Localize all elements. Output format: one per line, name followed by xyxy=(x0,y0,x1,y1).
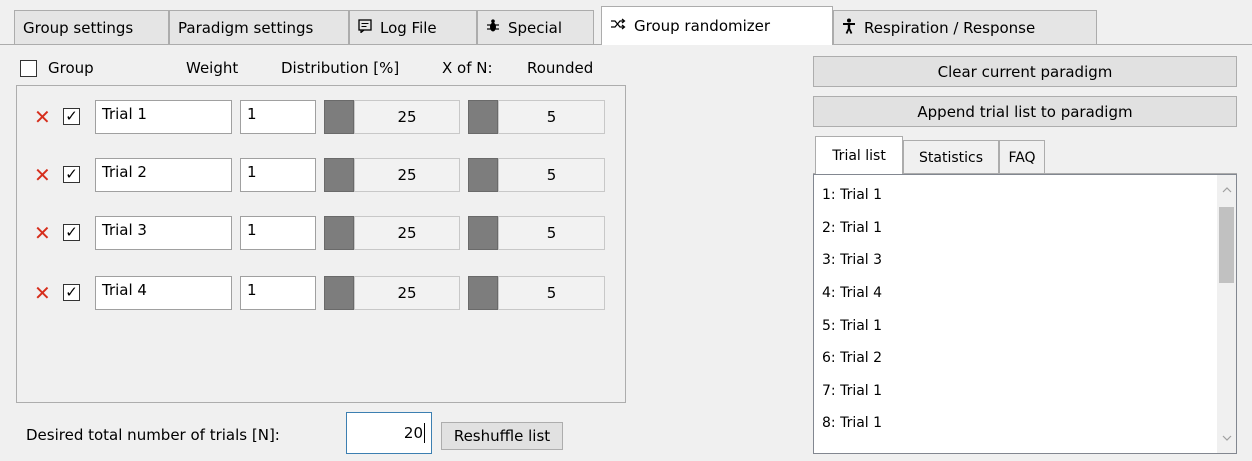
weight-input[interactable]: 1 xyxy=(240,100,316,134)
reshuffle-button[interactable]: Reshuffle list xyxy=(441,422,563,450)
total-trials-input[interactable]: 20 xyxy=(346,412,432,454)
tab-faq[interactable]: FAQ xyxy=(999,140,1045,174)
checkmark-icon: ✓ xyxy=(65,165,78,183)
tab-paradigm-settings[interactable]: Paradigm settings xyxy=(169,10,349,44)
total-trials-value: 20 xyxy=(403,424,423,442)
rounded-value: 5 xyxy=(498,158,605,192)
rounded-value: 5 xyxy=(498,216,605,250)
tab-label: Group settings xyxy=(23,18,134,37)
group-name-input[interactable]: Trial 2 xyxy=(95,158,232,192)
weight-input[interactable]: 1 xyxy=(240,276,316,310)
scroll-up-icon[interactable] xyxy=(1217,179,1236,201)
group-name-input[interactable]: Trial 3 xyxy=(95,216,232,250)
shuffle-icon xyxy=(610,17,626,35)
checkmark-icon: ✓ xyxy=(65,107,78,125)
header-distribution: Distribution [%] xyxy=(281,59,400,77)
delete-row-icon[interactable]: ✕ xyxy=(34,165,51,185)
tab-respiration-response[interactable]: Respiration / Response xyxy=(833,10,1097,44)
checkmark-icon: ✓ xyxy=(65,223,78,241)
rounded-swatch xyxy=(468,100,498,134)
group-name-input[interactable]: Trial 1 xyxy=(95,100,232,134)
tab-statistics[interactable]: Statistics xyxy=(903,140,999,174)
delete-row-icon[interactable]: ✕ xyxy=(34,283,51,303)
total-trials-label: Desired total number of trials [N]: xyxy=(26,426,280,444)
distribution-value: 25 xyxy=(354,100,460,134)
group-select-all-checkbox[interactable] xyxy=(20,60,37,77)
header-weight: Weight xyxy=(186,59,239,77)
log-icon xyxy=(358,18,372,37)
list-item[interactable]: 4: Trial 4 xyxy=(814,277,1218,310)
tab-special[interactable]: Special xyxy=(477,10,594,44)
rounded-value: 5 xyxy=(498,100,605,134)
header-group: Group xyxy=(48,59,94,77)
append-trial-list-button[interactable]: Append trial list to paradigm xyxy=(813,96,1237,127)
subtab-label: FAQ xyxy=(1008,149,1036,166)
list-item[interactable]: 7: Trial 1 xyxy=(814,375,1218,408)
tab-label: Log File xyxy=(380,18,437,37)
list-item[interactable]: 2: Trial 1 xyxy=(814,212,1218,245)
row-checkbox[interactable]: ✓ xyxy=(63,284,80,301)
distribution-value: 25 xyxy=(354,216,460,250)
row-checkbox[interactable]: ✓ xyxy=(63,166,80,183)
scrollbar-thumb[interactable] xyxy=(1219,207,1234,283)
delete-row-icon[interactable]: ✕ xyxy=(34,223,51,243)
scrollbar[interactable] xyxy=(1217,175,1236,453)
subtab-label: Trial list xyxy=(832,147,886,164)
tab-log-file[interactable]: Log File xyxy=(349,10,477,44)
rounded-swatch xyxy=(468,216,498,250)
tab-label: Group randomizer xyxy=(634,17,771,35)
subtab-label: Statistics xyxy=(919,149,983,166)
rounded-swatch xyxy=(468,276,498,310)
header-rounded: Rounded xyxy=(527,59,594,77)
row-checkbox[interactable]: ✓ xyxy=(63,224,80,241)
scroll-down-icon[interactable] xyxy=(1217,427,1236,449)
weight-input[interactable]: 1 xyxy=(240,216,316,250)
trial-list-items: 1: Trial 1 2: Trial 1 3: Trial 3 4: Tria… xyxy=(814,175,1218,440)
tab-label: Paradigm settings xyxy=(178,18,314,37)
tab-label: Special xyxy=(508,18,563,37)
distribution-swatch xyxy=(324,100,354,134)
tab-group-randomizer[interactable]: Group randomizer xyxy=(601,6,833,45)
distribution-swatch xyxy=(324,158,354,192)
rounded-value: 5 xyxy=(498,276,605,310)
header-x-of-n: X of N: xyxy=(442,59,493,77)
checkmark-icon: ✓ xyxy=(65,283,78,301)
list-item[interactable]: 1: Trial 1 xyxy=(814,179,1218,212)
group-name-input[interactable]: Trial 4 xyxy=(95,276,232,310)
distribution-swatch xyxy=(324,276,354,310)
list-item[interactable]: 8: Trial 1 xyxy=(814,407,1218,440)
row-checkbox[interactable]: ✓ xyxy=(63,108,80,125)
distribution-value: 25 xyxy=(354,276,460,310)
rounded-swatch xyxy=(468,158,498,192)
tab-group-settings[interactable]: Group settings xyxy=(14,10,169,44)
list-item[interactable]: 3: Trial 3 xyxy=(814,244,1218,277)
text-cursor xyxy=(424,423,425,443)
distribution-swatch xyxy=(324,216,354,250)
person-icon xyxy=(842,18,856,38)
list-item[interactable]: 6: Trial 2 xyxy=(814,342,1218,375)
tab-label: Respiration / Response xyxy=(864,18,1036,37)
tab-trial-list[interactable]: Trial list xyxy=(815,136,903,174)
bug-icon xyxy=(486,18,500,38)
weight-input[interactable]: 1 xyxy=(240,158,316,192)
distribution-value: 25 xyxy=(354,158,460,192)
delete-row-icon[interactable]: ✕ xyxy=(34,107,51,127)
list-item[interactable]: 5: Trial 1 xyxy=(814,309,1218,342)
clear-paradigm-button[interactable]: Clear current paradigm xyxy=(813,56,1237,87)
tab-bar: Group settings Paradigm settings Log Fil… xyxy=(0,0,1252,45)
trial-list[interactable]: 1: Trial 1 2: Trial 1 3: Trial 3 4: Tria… xyxy=(813,174,1237,454)
